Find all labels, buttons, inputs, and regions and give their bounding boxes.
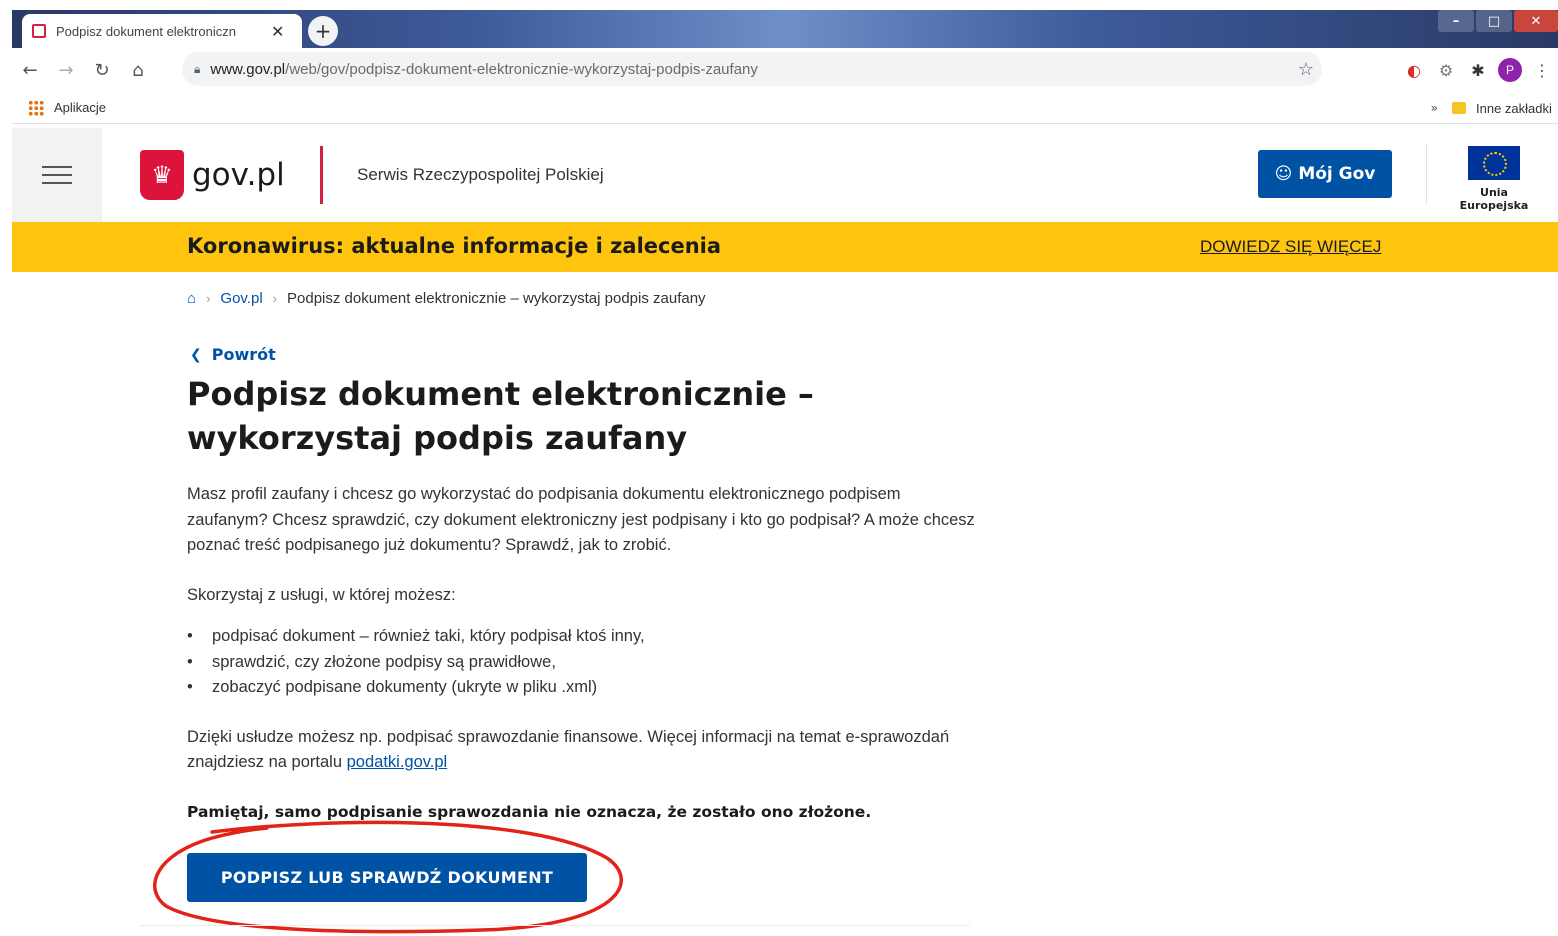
gov-logo[interactable]: ♛ gov.pl <box>140 150 285 200</box>
browser-tab[interactable]: Podpisz dokument elektroniczn ✕ <box>22 14 302 48</box>
covid-banner: Koronawirus: aktualne informacje i zalec… <box>12 222 1558 272</box>
apps-bookmark[interactable]: Aplikacje <box>54 100 106 115</box>
list-item: sprawdzić, czy złożone podpisy są prawid… <box>187 650 977 676</box>
browser-toolbar: ← → ↻ ⌂ 🔒︎ www.gov.pl/web/gov/podpisz-do… <box>12 48 1558 92</box>
forward-arrow-icon[interactable]: → <box>48 52 84 88</box>
eagle-emblem-icon: ♛ <box>140 150 184 200</box>
profile-button[interactable]: P <box>1494 54 1526 86</box>
tab-strip: Podpisz dokument elektroniczn ✕ + – □ ✕ <box>12 10 1558 48</box>
chevron-left-icon: ❮ <box>190 346 202 363</box>
home-icon[interactable]: ⌂ <box>120 52 156 88</box>
url-domain: www.gov.pl <box>210 60 286 78</box>
new-tab-button[interactable]: + <box>308 16 338 46</box>
breadcrumb-separator-icon: › <box>206 291 211 306</box>
window-controls: – □ ✕ <box>1436 10 1558 36</box>
intro-paragraph: Masz profil zaufany i chcesz go wykorzys… <box>187 485 975 554</box>
extensions-area: ◐ ⚙ ✱ P ⋮ <box>1398 52 1558 88</box>
breadcrumb: ⌂ › Gov.pl › Podpisz dokument elektronic… <box>187 290 706 307</box>
breadcrumb-gov-link[interactable]: Gov.pl <box>220 290 262 307</box>
info-paragraph: Dzięki usłudze możesz np. podpisać spraw… <box>187 725 977 776</box>
page-title: Podpisz dokument elektronicznie – wykorz… <box>187 375 814 457</box>
url-path: /web/gov/podpisz-dokument-elektronicznie… <box>285 60 758 78</box>
avatar: P <box>1498 58 1522 82</box>
menu-kebab-icon[interactable]: ⋮ <box>1526 54 1558 86</box>
address-bar[interactable]: 🔒︎ www.gov.pl/web/gov/podpisz-dokument-e… <box>182 52 1322 86</box>
list-intro: Skorzystaj z usługi, w której możesz: <box>187 585 456 604</box>
list-item: podpisać dokument – również taki, który … <box>187 624 977 650</box>
eu-divider <box>1426 144 1427 204</box>
tab-title: Podpisz dokument elektroniczn <box>56 23 236 39</box>
breadcrumb-separator-icon: › <box>272 291 277 306</box>
reload-icon[interactable]: ↻ <box>84 52 120 88</box>
extension-red-icon[interactable]: ◐ <box>1398 54 1430 86</box>
moj-gov-button[interactable]: ☺ Mój Gov <box>1258 150 1392 198</box>
home-icon[interactable]: ⌂ <box>187 290 196 307</box>
minimize-icon[interactable]: – <box>1438 10 1474 32</box>
bookmarks-right: » Inne zakładki <box>1431 92 1558 124</box>
site-tagline: Serwis Rzeczypospolitej Polskiej <box>357 165 604 184</box>
menu-hamburger-icon[interactable] <box>12 128 102 222</box>
sign-or-verify-button[interactable]: PODPISZ LUB SPRAWDŹ DOKUMENT <box>187 853 587 902</box>
extension-gear-icon[interactable]: ⚙ <box>1430 54 1462 86</box>
lock-icon[interactable]: 🔒︎ <box>194 62 200 77</box>
eu-label: Unia Europejska <box>1459 186 1529 212</box>
more-bookmarks-chevron-icon[interactable]: » <box>1431 101 1438 115</box>
covid-more-link[interactable]: DOWIEDZ SIĘ WIĘCEJ <box>1200 237 1381 257</box>
bookmarks-bar: Aplikacje » Inne zakładki <box>12 92 1558 124</box>
content-bottom-divider <box>140 925 970 926</box>
other-bookmarks[interactable]: Inne zakładki <box>1476 101 1558 116</box>
back-arrow-icon[interactable]: ← <box>12 52 48 88</box>
bookmark-star-icon[interactable]: ☆ <box>1298 59 1314 80</box>
page-content: Masz profil zaufany i chcesz go wykorzys… <box>187 482 977 849</box>
apps-grid-icon[interactable] <box>28 99 44 116</box>
breadcrumb-current: Podpisz dokument elektronicznie – wykorz… <box>287 290 706 307</box>
podatki-link[interactable]: podatki.gov.pl <box>347 753 448 771</box>
info-text: Dzięki usłudze możesz np. podpisać spraw… <box>187 727 950 772</box>
feature-list: podpisać dokument – również taki, który … <box>187 624 977 701</box>
puzzle-extensions-icon[interactable]: ✱ <box>1462 54 1494 86</box>
note-paragraph: Pamiętaj, samo podpisanie sprawozdania n… <box>187 802 872 821</box>
eu-flag-icon <box>1468 146 1520 180</box>
list-item: zobaczyć podpisane dokumenty (ukryte w p… <box>187 675 977 701</box>
window-close-icon[interactable]: ✕ <box>1514 10 1558 32</box>
close-tab-icon[interactable]: ✕ <box>271 22 284 41</box>
covid-banner-text: Koronawirus: aktualne informacje i zalec… <box>187 234 722 258</box>
logo-divider <box>320 146 323 204</box>
back-link[interactable]: ❮ Powrót <box>190 345 276 364</box>
gov-favicon-icon <box>32 24 46 38</box>
url-text: www.gov.pl/web/gov/podpisz-dokument-elek… <box>210 61 758 78</box>
folder-icon <box>1452 102 1466 114</box>
browser-window: Podpisz dokument elektroniczn ✕ + – □ ✕ … <box>12 10 1558 128</box>
maximize-icon[interactable]: □ <box>1476 10 1512 32</box>
site-header: ♛ gov.pl Serwis Rzeczypospolitej Polskie… <box>12 128 1558 222</box>
logo-text: gov.pl <box>192 157 285 193</box>
moj-gov-label: Mój Gov <box>1298 164 1376 184</box>
user-circle-icon: ☺ <box>1274 164 1293 184</box>
back-label: Powrót <box>211 345 276 364</box>
eu-logo: Unia Europejska <box>1444 146 1544 212</box>
